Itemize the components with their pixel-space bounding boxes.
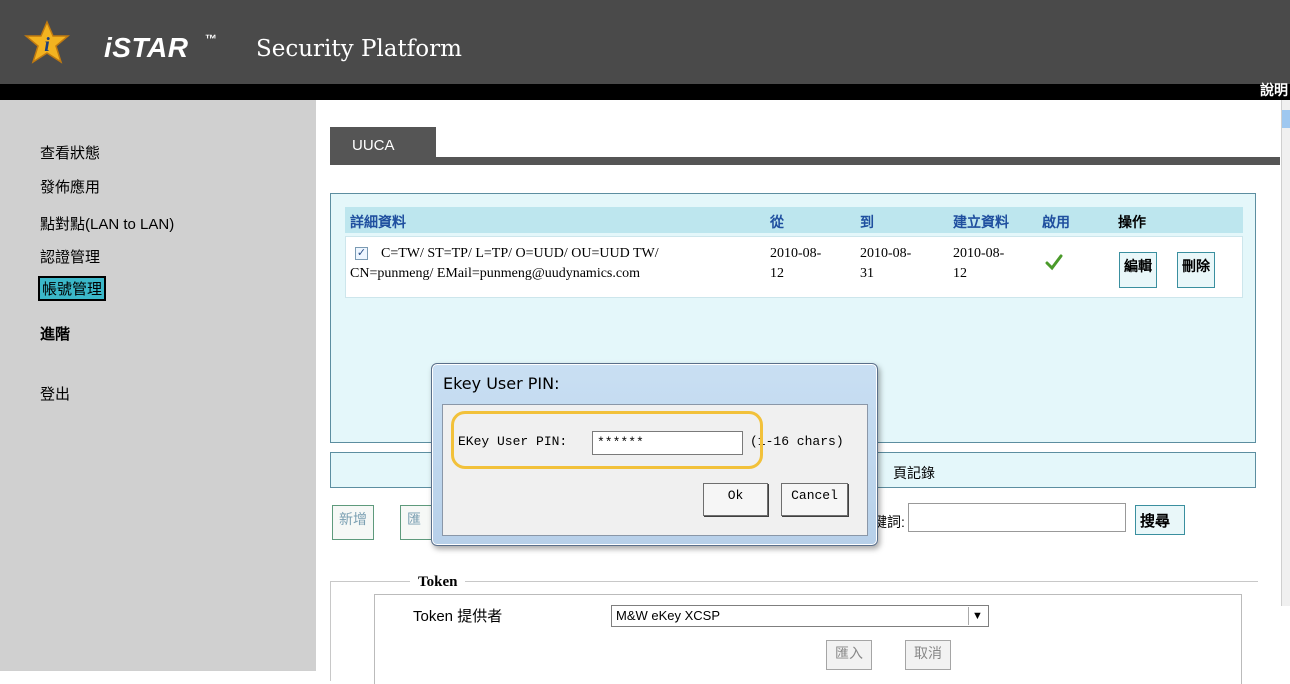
tab-strip-line <box>330 157 1280 165</box>
chevron-down-icon[interactable]: ▼ <box>968 607 986 625</box>
edit-button[interactable]: 編輯 <box>1119 252 1157 288</box>
cancel-button[interactable]: Cancel <box>781 483 848 516</box>
nav-publish-apps[interactable]: 發佈應用 <box>40 176 100 197</box>
token-cancel-button[interactable]: 取消 <box>905 640 951 670</box>
app-subtitle: Security Platform <box>256 36 462 62</box>
enabled-check-icon <box>1045 254 1063 271</box>
table-header <box>345 207 1243 233</box>
row-details-line1: C=TW/ ST=TP/ L=TP/ O=UUD/ OU=UUD TW/ <box>381 246 659 261</box>
delete-button[interactable]: 刪除 <box>1177 252 1215 288</box>
column-header-details: 詳細資料 <box>350 214 406 230</box>
header-black-bar <box>0 84 1290 100</box>
header-bar <box>0 0 1290 84</box>
column-header-from: 從 <box>770 214 784 230</box>
column-header-to: 到 <box>860 214 874 230</box>
pin-length-hint: (1-16 chars) <box>750 434 844 449</box>
vertical-scrollbar[interactable] <box>1281 100 1290 606</box>
tab-uuca[interactable]: UUCA <box>330 127 436 164</box>
nav-advanced[interactable]: 進階 <box>40 323 70 344</box>
column-header-actions: 操作 <box>1118 214 1146 230</box>
row-from-line2: 12 <box>770 266 784 281</box>
help-link[interactable]: 說明 <box>1260 80 1290 100</box>
token-import-button[interactable]: 匯入 <box>826 640 872 670</box>
row-from-line1: 2010-08- <box>770 246 822 261</box>
dialog-title: Ekey User PIN: <box>443 374 560 393</box>
row-checkbox[interactable]: ✓ <box>355 247 368 260</box>
nav-logout[interactable]: 登出 <box>40 383 70 404</box>
highlight-annotation <box>451 411 763 469</box>
token-provider-label: Token 提供者 <box>413 608 503 625</box>
ok-button[interactable]: Ok <box>703 483 768 516</box>
keyword-input[interactable] <box>908 503 1126 532</box>
nav-cert-management[interactable]: 認證管理 <box>40 246 100 267</box>
sidebar: 查看狀態 發佈應用 點對點(LAN to LAN) 認證管理 帳號管理 進階 登… <box>0 100 316 671</box>
search-button[interactable]: 搜尋 <box>1135 505 1185 535</box>
trademark-mark: ™ <box>205 32 217 46</box>
row-created-line2: 12 <box>953 266 967 281</box>
token-provider-select[interactable]: M&W eKey XCSP <box>611 605 989 627</box>
row-created-line1: 2010-08- <box>953 246 1005 261</box>
nav-account-management[interactable]: 帳號管理 <box>38 276 107 301</box>
istar-logo-icon: i <box>24 20 70 64</box>
column-header-created: 建立資料 <box>953 214 1009 230</box>
scrollbar-thumb[interactable] <box>1282 110 1290 128</box>
nav-view-status[interactable]: 查看狀態 <box>40 142 100 163</box>
column-header-enabled: 啟用 <box>1042 214 1070 230</box>
svg-text:i: i <box>44 34 50 56</box>
row-details-line2: CN=punmeng/ EMail=punmeng@uudynamics.com <box>350 266 640 281</box>
row-to-line2: 31 <box>860 266 874 281</box>
nav-lan-to-lan[interactable]: 點對點(LAN to LAN) <box>40 213 174 234</box>
token-legend: Token <box>410 574 466 591</box>
row-to-line1: 2010-08- <box>860 246 912 261</box>
app-brand: iSTAR <box>104 32 189 63</box>
paging-text: 頁記錄 <box>893 465 935 481</box>
add-button[interactable]: 新增 <box>332 505 374 540</box>
